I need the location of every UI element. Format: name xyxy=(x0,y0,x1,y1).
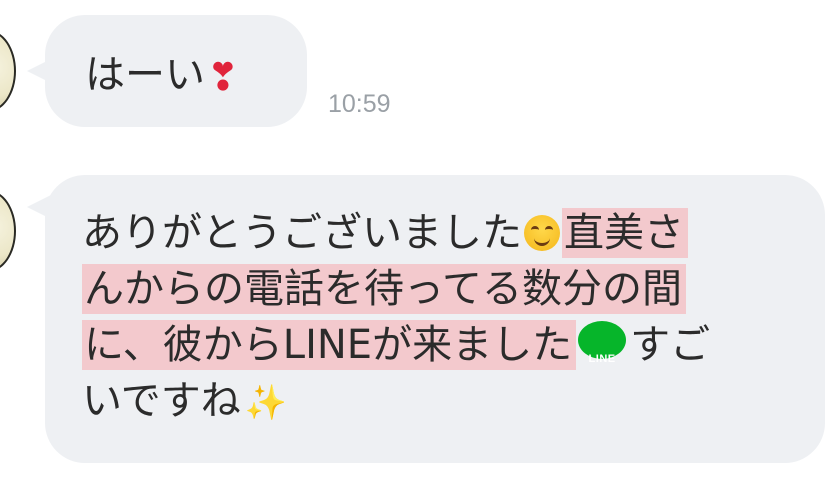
message-bubble[interactable]: はーい❣ xyxy=(27,15,307,127)
highlighted-text: 直美さ xyxy=(562,208,688,258)
message-text-content: はーい xyxy=(85,52,205,98)
message-line: んからの電話を待ってる数分の間 xyxy=(82,261,802,317)
message-text: はーい❣ xyxy=(85,53,239,99)
heart-exclamation-icon: ❣ xyxy=(207,55,239,99)
message-line: に、彼からLINEが来ました LINE すご xyxy=(82,317,802,373)
sender-avatar[interactable] xyxy=(0,190,16,272)
bubble-tail xyxy=(27,195,51,219)
message-text-plain: いですね xyxy=(82,378,241,424)
line-logo-text: LINE xyxy=(588,353,616,365)
message-bubble[interactable]: ありがとうございました 直美さ んからの電話を待ってる数分の間 に、彼からLINE… xyxy=(27,175,825,463)
message-text: ありがとうございました 直美さ んからの電話を待ってる数分の間 に、彼からLINE… xyxy=(82,205,802,431)
bubble-tail xyxy=(27,59,51,83)
line-logo-icon: LINE xyxy=(578,321,627,365)
message-text-plain: すご xyxy=(630,322,711,368)
sparkles-icon: ✨ xyxy=(244,383,288,423)
message-line: いですね ✨ xyxy=(82,373,802,431)
message-line: ありがとうございました 直美さ xyxy=(82,205,802,261)
sender-avatar[interactable] xyxy=(0,30,16,112)
highlighted-text: に、彼からLINEが来ました xyxy=(82,320,577,370)
message-text-plain: ありがとうございました xyxy=(82,210,522,256)
smiling-face-icon xyxy=(524,215,560,251)
highlighted-text: んからの電話を待ってる数分の間 xyxy=(82,264,686,314)
message-timestamp: 10:59 xyxy=(328,90,391,118)
